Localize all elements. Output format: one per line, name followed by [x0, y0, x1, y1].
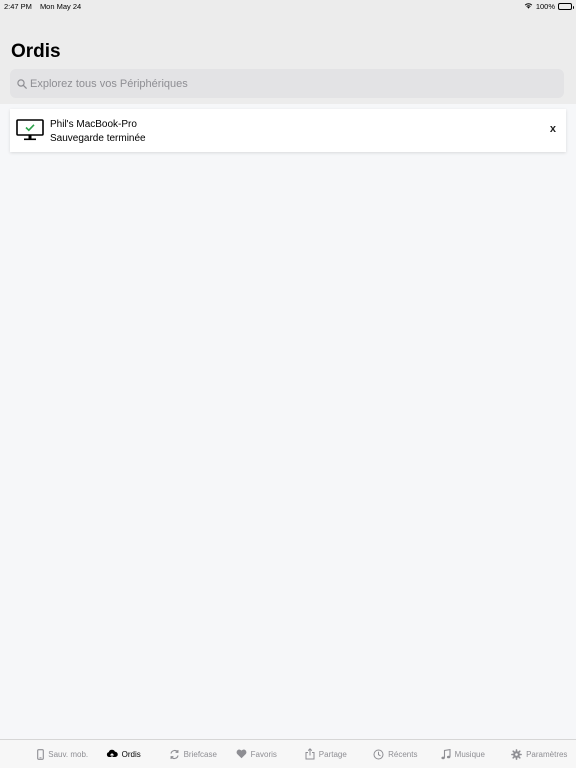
tab-label: Ordis — [121, 749, 141, 759]
tab-parametres[interactable]: Paramètres — [503, 740, 576, 768]
search-bar[interactable] — [10, 69, 564, 98]
tab-label: Musique — [454, 749, 485, 759]
close-button[interactable]: x — [550, 123, 556, 135]
sync-icon — [169, 749, 180, 760]
status-bar: 2:47 PM Mon May 24 100% — [0, 0, 576, 12]
music-note-icon — [441, 748, 451, 760]
device-status: Sauvegarde terminée — [50, 133, 146, 144]
battery-percent: 100% — [535, 1, 555, 11]
tab-label: Paramètres — [526, 749, 568, 759]
search-icon — [16, 78, 27, 89]
tab-bar: Sauv. mob. Ordis Briefcase Favoris Parta… — [0, 739, 576, 768]
clock-icon — [373, 749, 384, 760]
wifi-icon — [524, 2, 533, 11]
tab-label: Favoris — [250, 749, 277, 759]
tab-musique[interactable]: Musique — [431, 740, 495, 768]
tab-label: Récents — [388, 749, 418, 759]
device-card[interactable]: Phil's MacBook-Pro Sauvegarde terminée x — [10, 109, 566, 152]
tab-recents[interactable]: Récents — [364, 740, 428, 768]
tab-label: Briefcase — [183, 749, 217, 759]
tab-favoris[interactable]: Favoris — [227, 740, 287, 768]
status-date: Mon May 24 — [39, 1, 82, 11]
page-title: Ordis — [11, 41, 61, 62]
tab-ordis[interactable]: Ordis — [101, 740, 145, 768]
gear-icon — [511, 748, 522, 760]
tab-label: Partage — [318, 749, 347, 759]
heart-icon — [236, 749, 247, 759]
share-icon — [305, 748, 315, 760]
tab-label: Sauv. mob. — [48, 749, 89, 759]
status-time: 2:47 PM — [4, 1, 32, 11]
tab-partage[interactable]: Partage — [294, 740, 358, 768]
cloud-upload-icon — [106, 749, 118, 759]
tab-sauv-mob[interactable]: Sauv. mob. — [24, 740, 101, 768]
monitor-check-icon — [16, 119, 44, 142]
phone-icon — [37, 748, 45, 760]
search-input[interactable] — [30, 77, 550, 90]
header: 2:47 PM Mon May 24 100% Ordis — [0, 0, 576, 104]
device-name: Phil's MacBook-Pro — [50, 119, 137, 130]
battery-icon — [558, 2, 574, 10]
tab-briefcase[interactable]: Briefcase — [159, 740, 226, 768]
